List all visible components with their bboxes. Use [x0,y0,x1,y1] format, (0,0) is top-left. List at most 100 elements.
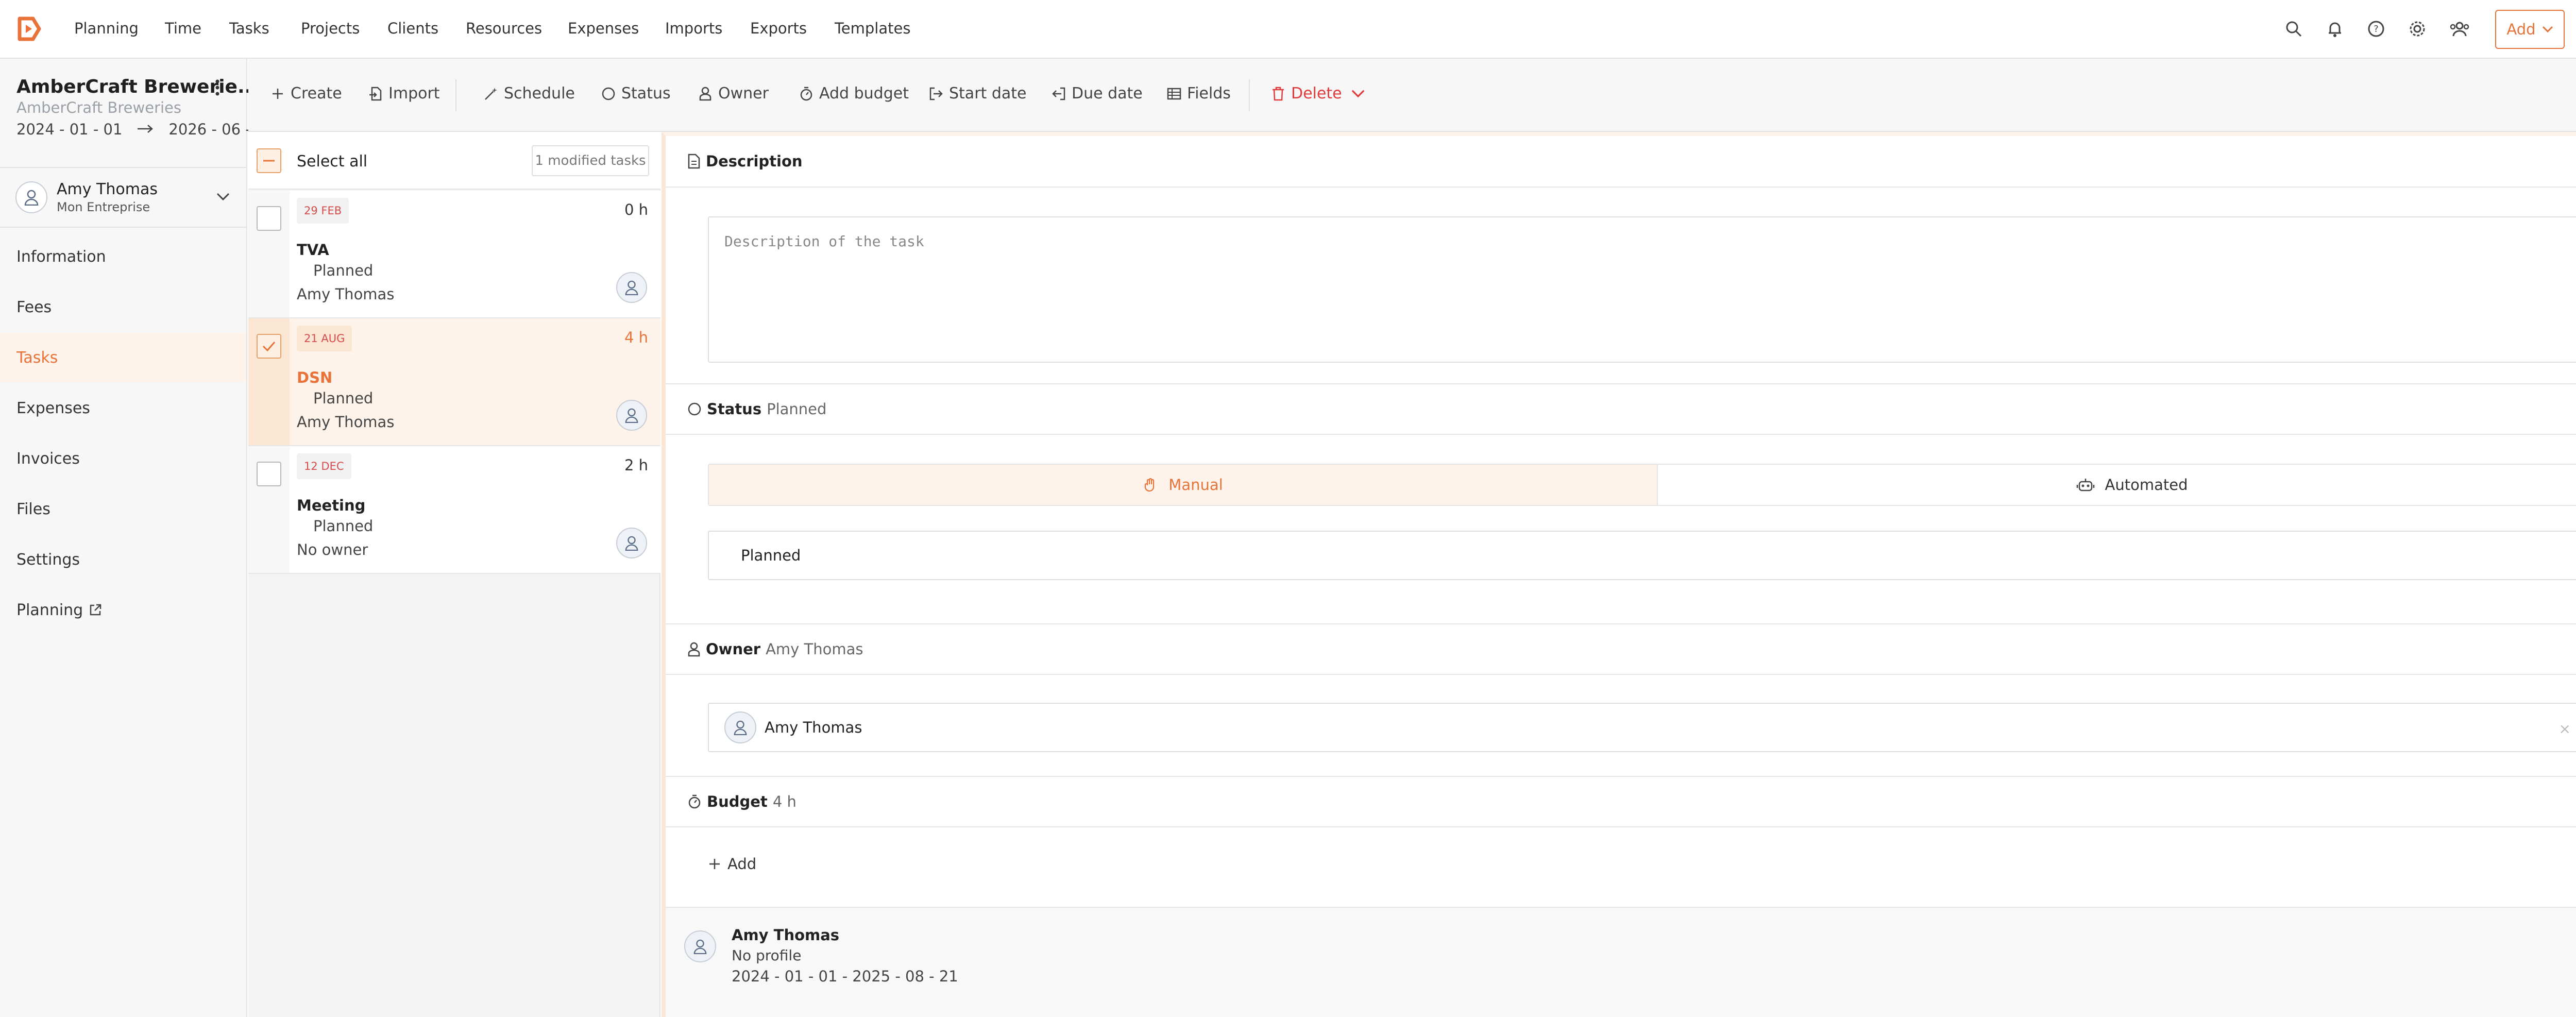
sidebar-item-planning[interactable]: Planning [0,585,246,635]
document-icon [688,154,700,169]
add-budget-link[interactable]: Add [708,855,756,873]
sidebar-item-settings[interactable]: Settings [0,535,246,584]
user-icon [625,536,638,551]
table-icon [1167,88,1181,99]
manual-mode-button[interactable]: Manual [709,465,1658,505]
owner-select-value: Amy Thomas [765,719,862,736]
plus-icon [273,88,283,99]
owner-selector[interactable]: Amy Thomas Mon Entreprise [0,168,246,227]
add-budget-label: Add budget [819,84,909,103]
description-textarea[interactable]: Description of the task [708,216,2576,363]
budget-entry-row[interactable]: Amy Thomas No profile 2024 - 01 - 01 - 2… [666,907,2576,1017]
start-date-button[interactable]: Start date [928,84,1026,103]
owner-select-avatar [724,711,756,743]
owner-avatar [15,181,47,213]
sidebar-item-files[interactable]: Files [0,484,246,534]
sidebar-item-expenses[interactable]: Expenses [0,383,246,433]
nav-clients[interactable]: Clients [387,20,438,37]
external-link-icon [90,604,101,616]
search-icon[interactable] [2284,20,2303,38]
description-section-header[interactable]: Description [666,136,2576,188]
circle-icon [688,402,701,416]
status-select-value: Planned [741,547,801,564]
sidebar-item-label: Expenses [16,399,90,417]
status-button[interactable]: Status [601,84,671,103]
sign-in-icon [929,87,943,100]
fields-button[interactable]: Fields [1166,84,1231,103]
sidebar-item-tasks[interactable]: Tasks [0,333,246,382]
budget-section-header[interactable]: Budget 4 h [666,776,2576,827]
due-date-button[interactable]: Due date [1051,84,1143,103]
app-logo-icon[interactable] [15,15,42,42]
status-value: Planned [767,400,827,418]
import-button[interactable]: Import [368,84,440,103]
owner-label: Owner [718,84,769,103]
add-budget-link-label: Add [727,855,757,873]
nav-expenses[interactable]: Expenses [568,20,639,37]
more-vertical-icon[interactable] [212,77,223,98]
sidebar-item-label: Tasks [16,348,58,367]
task-row[interactable]: 29 FEB 0 h TVA Planned Amy Thomas [248,191,660,318]
nav-templates[interactable]: Templates [835,20,910,37]
task-row[interactable]: 21 AUG 4 h DSN Planned Amy Thomas [248,318,660,446]
sidebar-item-invoices[interactable]: Invoices [0,434,246,483]
team-icon[interactable] [2449,20,2470,38]
task-owner-avatar[interactable] [616,528,647,558]
help-icon[interactable]: ? [2367,20,2385,38]
user-icon [693,939,707,954]
nav-exports[interactable]: Exports [750,20,807,37]
bell-icon[interactable] [2326,20,2344,38]
nav-projects[interactable]: Projects [301,20,360,37]
create-label: Create [291,84,342,103]
arrow-right-icon [138,125,154,133]
add-budget-button[interactable]: Add budget [799,84,909,103]
select-all-checkbox[interactable] [257,148,281,173]
task-checkbox[interactable] [257,334,281,359]
divider [0,227,246,228]
left-sidebar: AmberCraft Brewerie... AmberCraft Brewer… [0,59,275,1017]
nav-planning[interactable]: Planning [74,20,139,37]
due-date-label: Due date [1072,84,1143,103]
schedule-label: Schedule [504,84,575,103]
nav-time[interactable]: Time [165,20,201,37]
owner-company: Mon Entreprise [57,200,150,214]
toolbar-divider [455,79,456,111]
modified-tasks-button[interactable]: 1 modified tasks [532,145,649,176]
stopwatch-icon [688,794,701,809]
nav-imports[interactable]: Imports [665,20,722,37]
delete-button[interactable]: Delete [1270,84,1366,103]
owner-select[interactable]: Amy Thomas × [708,703,2576,752]
sidebar-item-fees[interactable]: Fees [0,282,246,332]
status-section-header[interactable]: Status Planned [666,383,2576,435]
status-label: Status [621,84,671,103]
task-owner-avatar[interactable] [616,400,647,431]
budget-entry-profile: No profile [732,947,802,964]
select-all-label: Select all [297,152,368,171]
sidebar-item-information[interactable]: Information [0,232,246,281]
status-select[interactable]: Planned [708,531,2576,580]
task-row[interactable]: 12 DEC 2 h Meeting Planned No owner [248,446,660,574]
nav-resources[interactable]: Resources [466,20,542,37]
create-button[interactable]: Create [270,84,342,103]
task-status: Planned [313,389,374,407]
top-nav: Planning Time Tasks Projects Clients Res… [0,0,2576,59]
budget-entry-dates: 2024 - 01 - 01 - 2025 - 08 - 21 [732,968,958,985]
task-checkbox[interactable] [257,206,281,231]
svg-text:?: ? [2374,24,2379,35]
delete-label: Delete [1291,84,1342,103]
schedule-button[interactable]: Schedule [483,84,575,103]
nav-tasks[interactable]: Tasks [229,20,269,37]
clear-owner-icon[interactable]: × [2559,720,2571,737]
toolbar-divider [1249,79,1250,111]
task-owner-avatar[interactable] [616,272,647,303]
automated-mode-button[interactable]: Automated [1658,465,2576,505]
owner-button[interactable]: Owner [698,84,769,103]
task-name: TVA [297,241,329,259]
task-checkbox[interactable] [257,462,281,486]
owner-section-header[interactable]: Owner Amy Thomas [666,623,2576,675]
add-button[interactable]: Add [2495,10,2565,49]
owner-name: Amy Thomas [57,180,158,198]
gear-icon[interactable] [2408,20,2427,38]
chevron-down-icon [2542,26,2553,33]
file-import-icon [369,87,382,100]
